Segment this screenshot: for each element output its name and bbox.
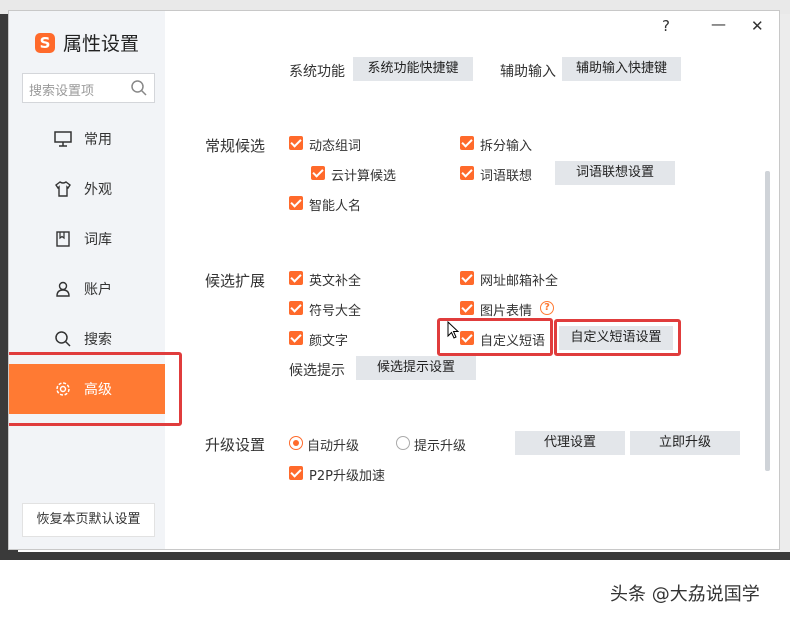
proxy-settings-button[interactable]: 代理设置 (515, 431, 625, 455)
search-input[interactable]: 搜索设置项 (22, 73, 155, 103)
sidebar-item-label: 常用 (84, 132, 112, 148)
checkbox-label: 符号大全 (309, 304, 362, 319)
sidebar-item-label: 词库 (84, 232, 112, 248)
checked-icon (289, 331, 303, 345)
checked-icon (289, 271, 303, 285)
close-button[interactable]: ✕ (751, 17, 764, 35)
radio-label: 提示升级 (414, 439, 467, 454)
checked-icon (460, 136, 474, 150)
search-icon[interactable] (130, 79, 148, 97)
checked-icon (460, 301, 474, 315)
help-circle-icon[interactable]: ? (540, 301, 554, 315)
sidebar-item-common[interactable]: 常用 (9, 114, 165, 164)
search-icon (55, 331, 71, 347)
checkbox-label: 颜文字 (309, 334, 349, 349)
scrollbar[interactable] (765, 171, 770, 471)
system-function-shortcut-button[interactable]: 系统功能快捷键 (353, 57, 473, 81)
checked-icon (460, 166, 474, 180)
user-icon (56, 281, 70, 297)
mouse-cursor-icon (447, 321, 460, 339)
sidebar-item-label: 外观 (84, 182, 112, 198)
minimize-button[interactable]: — (711, 15, 726, 33)
checked-icon (311, 166, 325, 180)
sidebar-item-appearance[interactable]: 外观 (9, 164, 165, 214)
highlight-custom-phrase-settings (554, 319, 681, 356)
reset-defaults-button[interactable]: 恢复本页默认设置 (22, 503, 155, 537)
sidebar-item-account[interactable]: 账户 (9, 264, 165, 314)
book-icon (56, 231, 70, 247)
sidebar-item-label: 账户 (84, 282, 112, 298)
checkbox-label: 英文补全 (309, 274, 362, 289)
monitor-icon (54, 131, 72, 147)
aux-input-shortcut-button[interactable]: 辅助输入快捷键 (562, 57, 681, 81)
checked-icon (289, 301, 303, 315)
upgrade-now-button[interactable]: 立即升级 (630, 431, 740, 455)
upgrade-settings-label: 升级设置 (205, 436, 266, 454)
shirt-icon (55, 181, 71, 197)
candidate-hint-settings-button[interactable]: 候选提示设置 (356, 356, 476, 380)
sidebar-item-lexicon[interactable]: 词库 (9, 214, 165, 264)
checkbox-label: 云计算候选 (331, 169, 397, 184)
sidebar-item-label: 搜索 (84, 332, 112, 348)
checkbox-label: 动态组词 (309, 139, 362, 154)
sogou-logo-icon: S (35, 33, 55, 53)
checkbox-label: P2P升级加速 (309, 469, 385, 484)
background-bottom-strip (0, 552, 790, 560)
checked-icon (460, 271, 474, 285)
background-right-strip (780, 14, 790, 554)
search-placeholder: 搜索设置项 (29, 84, 95, 99)
watermark: 头条 @大劦说国学 (610, 584, 760, 605)
checkbox-label: 图片表情 (480, 304, 533, 319)
checkbox-label: 网址邮箱补全 (480, 274, 559, 289)
system-function-label: 系统功能 (289, 64, 345, 80)
checked-icon (289, 136, 303, 150)
window-title: 属性设置 (63, 33, 140, 55)
candidate-ext-label: 候选扩展 (205, 272, 266, 290)
candidate-hint-label: 候选提示 (289, 363, 345, 379)
checkbox-label: 拆分输入 (480, 139, 533, 154)
checked-icon (289, 196, 303, 210)
radio-unselected-icon (396, 436, 410, 450)
radio-selected-icon (289, 436, 303, 450)
normal-candidates-label: 常规候选 (205, 137, 266, 155)
aux-input-label: 辅助输入 (500, 64, 556, 80)
sidebar: S 属性设置 搜索设置项 常用 外观 词库 账户 搜索 高级 恢复本页默认设置 (9, 11, 165, 549)
settings-window: S 属性设置 搜索设置项 常用 外观 词库 账户 搜索 高级 恢复本页默认设置 … (8, 10, 780, 550)
word-assoc-settings-button[interactable]: 词语联想设置 (555, 161, 675, 185)
checkbox-label: 智能人名 (309, 199, 362, 214)
highlight-advanced-tab (9, 352, 182, 426)
radio-label: 自动升级 (307, 439, 360, 454)
checkbox-label: 词语联想 (480, 169, 533, 184)
checked-icon (289, 466, 303, 480)
help-button[interactable]: ? (662, 17, 670, 35)
